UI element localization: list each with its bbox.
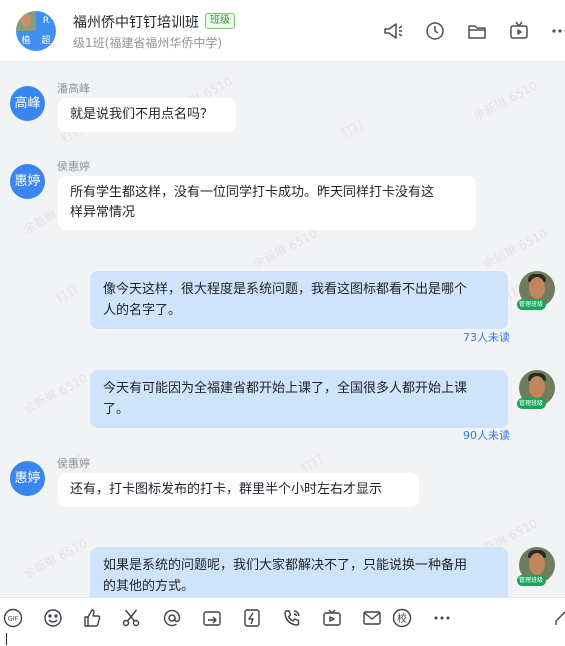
- watermark: 余新琳 6510: [471, 78, 540, 124]
- watermark: 钉钉: [53, 282, 82, 306]
- scissors-icon[interactable]: [121, 608, 141, 628]
- mail-icon[interactable]: [362, 608, 382, 628]
- group-subtitle: 级1班(福建省福州华侨中学): [73, 36, 222, 50]
- sender-name: 侯惠婷: [57, 457, 90, 470]
- watermark: 余新琳 6510: [21, 371, 90, 417]
- class-tag-badge: 班级: [205, 13, 235, 29]
- message-bubble[interactable]: 今天有可能因为全福建省都开始上课了，全国很多人都开始上课 了。: [90, 370, 508, 428]
- clock-icon[interactable]: [424, 20, 446, 42]
- group-avatar-cell: R: [42, 16, 50, 26]
- megaphone-icon[interactable]: [382, 20, 404, 42]
- sender-name: 侯惠婷: [57, 160, 90, 173]
- watermark: 余新琳 6510: [21, 536, 90, 582]
- message-text-line: 的其他的方式。: [103, 579, 195, 594]
- chat-header: R 植 超 福州侨中钉钉培训班 班级 级1班(福建省福州华侨中学): [0, 0, 565, 62]
- message-bubble[interactable]: 所有学生都这样，没有一位同学打卡成功。昨天同样打卡没有这 样异常情况: [58, 176, 476, 230]
- message-text-line: 像今天这样，很大程度是系统问题，我看这图标都看不出是哪个: [103, 282, 468, 297]
- more-icon[interactable]: [550, 20, 565, 42]
- folder-icon[interactable]: [466, 20, 488, 42]
- watermark: 钉钉: [338, 117, 367, 141]
- avatar[interactable]: 高峰: [10, 86, 45, 121]
- lightning-icon[interactable]: [242, 608, 262, 628]
- text-cursor[interactable]: [6, 633, 7, 645]
- watermark: 余新琳 6510: [481, 226, 550, 272]
- school-icon[interactable]: 校: [392, 608, 412, 628]
- svg-text:校: 校: [397, 612, 407, 625]
- sender-name: 潘高峰: [57, 82, 90, 95]
- input-toolbar: GIF 校: [0, 597, 565, 646]
- admin-badge: 管理班级: [517, 398, 547, 409]
- message-text-line: 如果是系统的问题呢，我们大家都解决不了，只能说换一种备用: [103, 558, 468, 573]
- emoji-icon[interactable]: [43, 608, 63, 628]
- group-avatar-cell: 超: [41, 36, 51, 46]
- group-avatar-photo: [16, 11, 36, 31]
- svg-text:GIF: GIF: [8, 615, 19, 623]
- tv-icon[interactable]: [508, 20, 530, 42]
- gif-icon[interactable]: GIF: [3, 608, 23, 628]
- message-text-line: 人的名字了。: [103, 303, 182, 318]
- message-bubble[interactable]: 还有，打卡图标发布的打卡，群里半个小时左右才显示: [58, 473, 419, 507]
- message-bubble[interactable]: 像今天这样，很大程度是系统问题，我看这图标都看不出是哪个 人的名字了。: [90, 271, 508, 329]
- message-text-line: 样异常情况: [70, 205, 136, 220]
- phone-icon[interactable]: [282, 608, 302, 628]
- avatar[interactable]: 惠婷: [10, 461, 45, 496]
- thumbs-up-icon[interactable]: [82, 608, 102, 628]
- group-title[interactable]: 福州侨中钉钉培训班: [73, 12, 199, 32]
- forward-icon[interactable]: [202, 608, 222, 628]
- watermark: 余新琳 6510: [251, 226, 320, 272]
- message-text-line: 今天有可能因为全福建省都开始上课了，全国很多人都开始上课: [103, 381, 468, 396]
- edit-icon[interactable]: [553, 608, 565, 628]
- avatar[interactable]: 惠婷: [10, 164, 45, 199]
- message-text-line: 了。: [103, 402, 130, 417]
- read-status[interactable]: 90人未读: [463, 427, 510, 443]
- message-text-line: 所有学生都这样，没有一位同学打卡成功。昨天同样打卡没有这: [70, 185, 435, 200]
- message-bubble[interactable]: 就是说我们不用点名吗？: [58, 98, 236, 132]
- video-icon[interactable]: [322, 608, 342, 628]
- group-avatar-cell: 植: [21, 36, 31, 46]
- group-avatar[interactable]: R 植 超: [16, 11, 56, 51]
- admin-badge: 管理班级: [517, 575, 547, 586]
- more-icon[interactable]: [432, 608, 452, 628]
- mention-icon[interactable]: [162, 608, 182, 628]
- read-status[interactable]: 73人未读: [463, 329, 510, 345]
- admin-badge: 管理班级: [517, 299, 547, 310]
